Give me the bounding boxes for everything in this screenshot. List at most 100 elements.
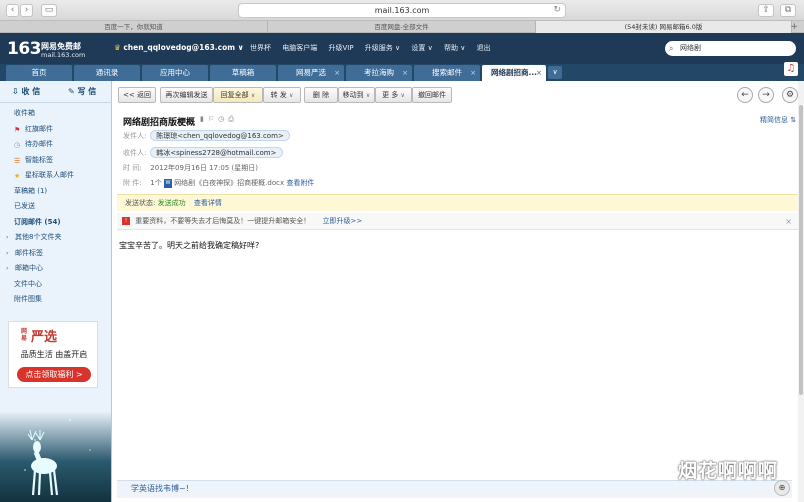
email-body: 宝宝辛苦了。明天之前给我确定稿好咩?: [119, 241, 260, 250]
user-account[interactable]: ♛ chen_qqlovedog@163.com ∨: [114, 43, 244, 52]
sidebar-item-inbox[interactable]: 收件箱: [0, 106, 112, 122]
new-tab-icon[interactable]: +: [790, 21, 798, 33]
sidebar-item-file-center[interactable]: 文件中心: [0, 277, 112, 293]
sidebar-item-mail-center[interactable]: › 邮箱中心: [0, 261, 112, 277]
attachment-name[interactable]: 网络剧《白夜神探》招商梗概.docx: [174, 179, 284, 187]
chevron-down-icon[interactable]: ∨: [251, 92, 255, 99]
link-logout[interactable]: 退出: [477, 44, 491, 52]
tab-kaola[interactable]: 考拉海购 ×: [346, 65, 412, 81]
ad-cta-button[interactable]: 点击领取福利 >: [17, 367, 91, 382]
link-desktop-client[interactable]: 电脑客户端: [282, 44, 317, 52]
forward-arrow-icon[interactable]: ›: [20, 4, 33, 17]
reload-icon[interactable]: ↻: [553, 4, 561, 17]
tab-more-chevron-icon[interactable]: ∨: [548, 66, 562, 79]
sidebar-item-todo[interactable]: ◷ 待办邮件: [0, 137, 112, 153]
sidebar-item-mail-tags[interactable]: › 邮件标签: [0, 246, 112, 262]
sidebar-item-attachment-gallery[interactable]: 附件图集: [0, 292, 112, 308]
view-attachment-link[interactable]: 查看附件: [286, 179, 314, 187]
recall-button[interactable]: 撤回邮件: [412, 87, 452, 103]
close-icon[interactable]: ×: [470, 65, 476, 81]
prev-email-arrow-icon[interactable]: ←: [737, 87, 753, 103]
tab-search-mail[interactable]: 搜索邮件 ×: [414, 65, 480, 81]
music-icon[interactable]: ♫: [784, 62, 798, 76]
delete-button[interactable]: 删 除: [304, 87, 338, 103]
logo[interactable]: 163: [7, 39, 42, 59]
search-icon: ⌕: [669, 44, 674, 53]
sidebar-item-subscriptions[interactable]: 订阅邮件 (54): [0, 215, 112, 231]
print-icon[interactable]: ⎙: [228, 115, 238, 123]
reply-all-button[interactable]: 回复全部 ∨: [213, 87, 263, 103]
tab-yanxuan[interactable]: 网易严选 ×: [278, 65, 344, 81]
scrollbar-thumb[interactable]: [799, 105, 803, 395]
tab-contacts[interactable]: 通讯录: [74, 65, 140, 81]
sender-chip[interactable]: 陈璟琼<chen_qqlovedog@163.com>: [150, 130, 290, 141]
logo-domain: mail.163.com: [41, 51, 86, 59]
settings-gear-icon[interactable]: ⚙: [782, 87, 798, 103]
tab-app-center[interactable]: 应用中心: [142, 65, 208, 81]
tab-drafts[interactable]: 草稿箱: [210, 65, 276, 81]
chevron-down-icon[interactable]: ∨: [366, 92, 370, 99]
sidebar-item-smart-tags[interactable]: ☰ 智能标签: [0, 153, 112, 169]
chevron-down-icon: ⇅: [790, 116, 797, 124]
tab-current-email[interactable]: 网络剧招商... ×: [482, 65, 546, 81]
header-links: 世界杯 电脑客户端 升级VIP 升级服务 ∨ 设置 ∨ 帮助 ∨ 退出: [250, 43, 500, 53]
tabs-overview-icon[interactable]: ⧉: [780, 4, 796, 17]
more-button[interactable]: 更 多 ∨: [375, 87, 412, 103]
bookmark-icon[interactable]: ▮: [200, 115, 208, 123]
send-status-bar: 发送状态: 发送成功 查看详情: [117, 194, 798, 211]
close-icon[interactable]: ×: [334, 65, 340, 81]
back-arrow-icon[interactable]: ‹: [6, 4, 19, 17]
close-icon[interactable]: ×: [785, 213, 792, 230]
clock-icon[interactable]: ◷: [218, 115, 228, 123]
email-toolbar: << 返回 再次编辑发送 回复全部 ∨ 转 发 ∨ 删 除 移动到 ∨ 更 多 …: [113, 85, 798, 105]
bottom-ad-link[interactable]: 学英语找韦博~!: [131, 483, 189, 494]
tab-home[interactable]: 首页: [6, 65, 72, 81]
sidebar-item-sent[interactable]: 已发送: [0, 199, 112, 215]
warning-icon: !: [122, 217, 130, 225]
close-icon[interactable]: ×: [402, 65, 408, 81]
folder-list: 收件箱 ⚑ 红旗邮件 ◷ 待办邮件 ☰ 智能标签 ★ 星标联系人邮件 草稿箱 (1) 已…: [0, 106, 112, 308]
sidebar-item-other-folders[interactable]: › 其他8个文件夹: [0, 230, 112, 246]
link-worldcup[interactable]: 世界杯: [250, 44, 271, 52]
mail-search-input[interactable]: ⌕ 网络剧: [665, 41, 796, 56]
link-settings[interactable]: 设置 ∨: [411, 44, 432, 52]
sidebar-item-drafts[interactable]: 草稿箱 (1): [0, 184, 112, 200]
browser-tab[interactable]: 百度一下，你就知道: [0, 21, 268, 33]
ad-slogan: 品质生活 由盖开启: [20, 350, 88, 359]
link-help[interactable]: 帮助 ∨: [444, 44, 465, 52]
recipient-chip[interactable]: 韩冰<spiness2728@hotmail.com>: [150, 147, 283, 158]
sidebar-toggle-icon[interactable]: ▭: [41, 4, 57, 17]
close-icon[interactable]: ×: [536, 65, 542, 81]
time-row: 时 间: 2012年09月16日 17:05 (星期日): [123, 164, 258, 172]
sidebar-item-flagged[interactable]: ⚑ 红旗邮件: [0, 122, 112, 138]
back-button[interactable]: << 返回: [118, 87, 156, 103]
compose-button[interactable]: ✎ 写 信: [68, 85, 96, 99]
flag-outline-icon[interactable]: ⚐: [208, 115, 218, 123]
receive-icon: ⇩: [12, 87, 19, 96]
chevron-down-icon[interactable]: ∨: [289, 92, 293, 99]
security-warning-bar: ! 重要资料，不要等失去才后悔莫及！一键提升邮箱安全！ 立即升级>> ×: [117, 213, 798, 230]
chevron-down-icon[interactable]: ∨: [401, 92, 405, 99]
forward-button[interactable]: 转 发 ∨: [263, 87, 301, 103]
move-to-button[interactable]: 移动到 ∨: [338, 87, 375, 103]
view-details-link[interactable]: 查看详情: [194, 199, 222, 207]
browser-tab-active[interactable]: (54封未读) 网易邮箱6.0版: [536, 21, 792, 33]
resend-button[interactable]: 再次编辑发送: [160, 87, 213, 103]
send-status-value: 发送成功: [157, 199, 186, 207]
watermark-text: 烟花啊啊啊: [678, 460, 779, 482]
browser-tab[interactable]: 百度网盘-全部文件: [268, 21, 536, 33]
crown-icon: ♛: [114, 43, 121, 52]
next-email-arrow-icon[interactable]: →: [758, 87, 774, 103]
yanxuan-ad[interactable]: 网易 严选 品质生活 由盖开启 点击领取福利 >: [8, 321, 98, 388]
sender-row: 发件人: 陈璟琼<chen_qqlovedog@163.com>: [123, 130, 290, 141]
compact-info-toggle[interactable]: 精简信息 ⇅: [760, 115, 796, 125]
flag-icon: ⚑: [14, 125, 21, 134]
link-upgrade-service[interactable]: 升级服务 ∨: [365, 44, 400, 52]
share-icon[interactable]: ⇪: [758, 4, 774, 17]
link-upgrade-vip[interactable]: 升级VIP: [328, 44, 353, 52]
upgrade-now-link[interactable]: 立即升级>>: [322, 217, 362, 225]
sidebar-item-starred[interactable]: ★ 星标联系人邮件: [0, 168, 112, 184]
url-bar[interactable]: mail.163.com ↻: [238, 3, 566, 18]
receive-button[interactable]: ⇩ 收 信: [12, 85, 40, 99]
wechat-icon: [643, 458, 674, 480]
